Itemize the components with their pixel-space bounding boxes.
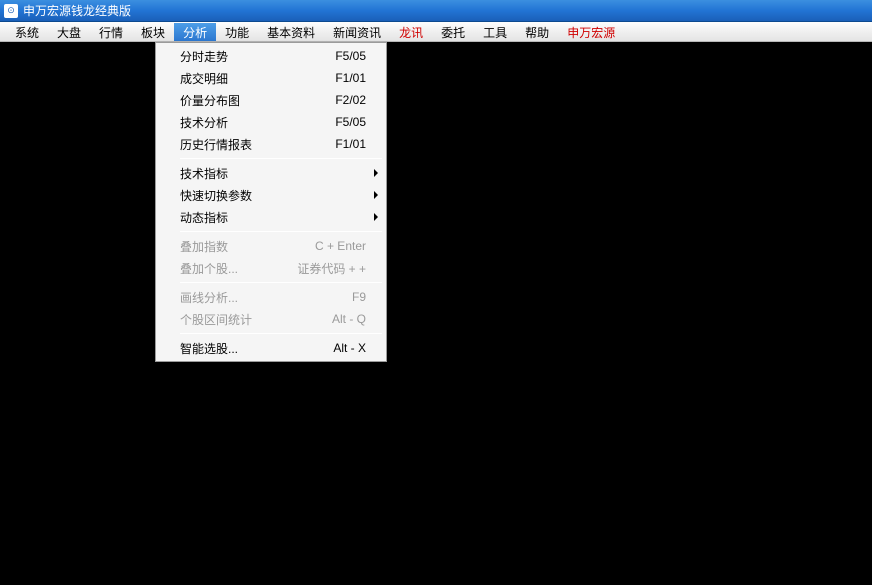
menuitem-overlay-index: 叠加指数 C + Enter	[158, 235, 384, 257]
chevron-right-icon	[374, 169, 378, 177]
chevron-right-icon	[374, 191, 378, 199]
menubar: 系统 大盘 行情 板块 分析 功能 基本资料 新闻资讯 龙讯 委托 工具 帮助 …	[0, 22, 872, 42]
menu-separator	[180, 282, 382, 283]
menuitem-label: 个股区间统计	[180, 311, 332, 328]
menu-separator	[180, 231, 382, 232]
menuitem-label: 历史行情报表	[180, 136, 335, 153]
menuitem-label: 动态指标	[180, 209, 380, 226]
analysis-dropdown: 分时走势 F5/05 成交明细 F1/01 价量分布图 F2/02 技术分析 F…	[155, 42, 387, 362]
menuitem-shortcut: C + Enter	[315, 239, 380, 253]
menuitem-shortcut: F2/02	[335, 93, 380, 107]
menu-analysis[interactable]: 分析	[174, 23, 216, 41]
menuitem-shortcut: Alt - X	[333, 341, 380, 355]
menu-help[interactable]: 帮助	[516, 23, 558, 41]
menu-system[interactable]: 系统	[6, 23, 48, 41]
titlebar: ⊙ 申万宏源钱龙经典版	[0, 0, 872, 22]
menuitem-dynamic-indicator[interactable]: 动态指标	[158, 206, 384, 228]
menuitem-shortcut: F9	[352, 290, 380, 304]
menu-longxun[interactable]: 龙讯	[390, 23, 432, 41]
menu-tools[interactable]: 工具	[474, 23, 516, 41]
menuitem-trade-detail[interactable]: 成交明细 F1/01	[158, 67, 384, 89]
menuitem-label: 技术分析	[180, 114, 335, 131]
menu-quotes[interactable]: 行情	[90, 23, 132, 41]
menuitem-history-report[interactable]: 历史行情报表 F1/01	[158, 133, 384, 155]
menuitem-label: 技术指标	[180, 165, 380, 182]
window-title: 申万宏源钱龙经典版	[23, 2, 131, 19]
menu-market[interactable]: 大盘	[48, 23, 90, 41]
menu-separator	[180, 158, 382, 159]
menuitem-label: 叠加指数	[180, 238, 315, 255]
menuitem-quick-params[interactable]: 快速切换参数	[158, 184, 384, 206]
menuitem-label: 分时走势	[180, 48, 335, 65]
menu-basicinfo[interactable]: 基本资料	[258, 23, 324, 41]
menuitem-range-stats: 个股区间统计 Alt - Q	[158, 308, 384, 330]
content-area	[0, 42, 872, 585]
menuitem-label: 成交明细	[180, 70, 335, 87]
menuitem-shortcut: Alt - Q	[332, 312, 380, 326]
menu-sectors[interactable]: 板块	[132, 23, 174, 41]
chevron-right-icon	[374, 213, 378, 221]
menuitem-label: 价量分布图	[180, 92, 335, 109]
menuitem-price-volume[interactable]: 价量分布图 F2/02	[158, 89, 384, 111]
menu-swhy[interactable]: 申万宏源	[558, 23, 624, 41]
menuitem-shortcut: 证券代码 + +	[297, 260, 380, 277]
menuitem-label: 画线分析...	[180, 289, 352, 306]
menuitem-label: 智能选股...	[180, 340, 333, 357]
menu-news[interactable]: 新闻资讯	[324, 23, 390, 41]
menuitem-technical[interactable]: 技术分析 F5/05	[158, 111, 384, 133]
app-icon: ⊙	[4, 4, 18, 18]
menuitem-shortcut: F1/01	[335, 71, 380, 85]
menu-orders[interactable]: 委托	[432, 23, 474, 41]
menuitem-label: 叠加个股...	[180, 260, 297, 277]
menuitem-drawline: 画线分析... F9	[158, 286, 384, 308]
menuitem-label: 快速切换参数	[180, 187, 380, 204]
menuitem-shortcut: F1/01	[335, 137, 380, 151]
menu-functions[interactable]: 功能	[216, 23, 258, 41]
menuitem-shortcut: F5/05	[335, 49, 380, 63]
menuitem-tech-indicator[interactable]: 技术指标	[158, 162, 384, 184]
menuitem-timeshare[interactable]: 分时走势 F5/05	[158, 45, 384, 67]
menu-separator	[180, 333, 382, 334]
menuitem-overlay-stock: 叠加个股... 证券代码 + +	[158, 257, 384, 279]
menuitem-shortcut: F5/05	[335, 115, 380, 129]
menuitem-smart-select[interactable]: 智能选股... Alt - X	[158, 337, 384, 359]
